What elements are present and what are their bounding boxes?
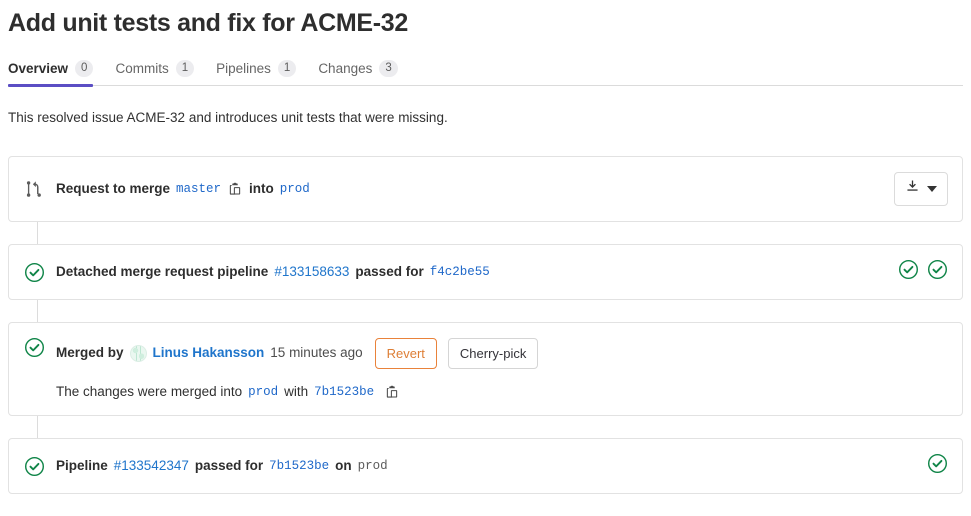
chevron-down-icon: [927, 186, 937, 192]
revert-button[interactable]: Revert: [374, 337, 437, 369]
merge-prefix-label: Request to merge: [56, 181, 171, 196]
merged-by-row: Merged by Linus Hakansson 15 minutes ago…: [56, 337, 539, 369]
widget-connector-2: [37, 300, 38, 322]
tab-overview[interactable]: Overview 0: [8, 60, 94, 87]
stage-status-success-icon-1[interactable]: [927, 453, 948, 479]
mr-widget-stack: Request to merge master into prod Detach…: [8, 156, 963, 494]
tab-commits[interactable]: Commits 1: [115, 60, 195, 86]
target-branch-link[interactable]: prod: [280, 179, 310, 199]
merged-widget: Merged by Linus Hakansson 15 minutes ago…: [8, 322, 963, 416]
merged-widget-inner: Merged by Linus Hakansson 15 minutes ago…: [23, 337, 948, 402]
merge-request-widget-actions: [894, 172, 948, 206]
source-branch-link[interactable]: master: [176, 179, 221, 199]
merged-detail-with-label: with: [284, 383, 309, 399]
cherry-pick-button[interactable]: Cherry-pick: [447, 337, 539, 369]
status-success-icon: [23, 455, 45, 477]
detached-pipeline-text-row: Detached merge request pipeline #1331586…: [56, 262, 898, 282]
merge-author-link[interactable]: Linus Hakansson: [153, 343, 265, 363]
tab-commits-badge: 1: [175, 60, 195, 77]
stage-status-success-icon-2[interactable]: [927, 259, 948, 285]
detached-pipeline-id-link[interactable]: #133158633: [274, 262, 349, 282]
tab-pipelines[interactable]: Pipelines 1: [216, 60, 297, 86]
merged-widget-lines: Merged by Linus Hakansson 15 minutes ago…: [56, 337, 539, 402]
widget-connector-3: [37, 416, 38, 438]
merge-request-text-row: Request to merge master into prod: [56, 179, 894, 199]
page-title: Add unit tests and fix for ACME-32: [8, 9, 409, 37]
final-pipeline-on-label: on: [335, 458, 352, 473]
tab-changes-label: Changes: [318, 61, 373, 76]
final-pipeline-text-row: Pipeline #133542347 passed for 7b1523be …: [56, 456, 927, 476]
detached-pipeline-body: Detached merge request pipeline #1331586…: [56, 262, 898, 282]
merged-by-label: Merged by: [56, 345, 124, 360]
merged-detail-row: The changes were merged into prod with 7…: [56, 382, 538, 402]
tab-changes-badge: 3: [379, 60, 398, 77]
merge-timestamp: 15 minutes ago: [270, 345, 363, 360]
copy-commit-sha-icon[interactable]: [384, 384, 400, 400]
tab-pipelines-badge: 1: [277, 60, 297, 77]
stage-status-success-icon-1[interactable]: [898, 259, 919, 285]
merged-detail-branch-link[interactable]: prod: [248, 382, 278, 402]
merge-request-widget: Request to merge master into prod: [8, 156, 963, 222]
avatar: [129, 344, 147, 362]
final-pipeline-body: Pipeline #133542347 passed for 7b1523be …: [56, 456, 927, 476]
download-button[interactable]: [894, 172, 948, 206]
final-pipeline-id-link[interactable]: #133542347: [114, 456, 189, 476]
merge-request-widget-body: Request to merge master into prod: [56, 179, 894, 199]
tab-changes[interactable]: Changes 3: [318, 60, 398, 86]
merged-detail-prefix: The changes were merged into: [56, 383, 243, 399]
widget-connector-1: [37, 222, 38, 244]
tab-overview-badge: 0: [75, 60, 94, 77]
status-success-icon: [23, 337, 45, 359]
status-success-icon: [23, 261, 45, 283]
tab-bar: Overview 0 Commits 1 Pipelines 1 Changes…: [8, 52, 963, 87]
final-pipeline-badges: [927, 453, 948, 479]
tab-commits-label: Commits: [115, 61, 169, 76]
download-icon: [905, 179, 920, 199]
detached-pipeline-status-label: passed for: [355, 264, 424, 279]
tab-overview-label: Overview: [8, 61, 69, 76]
merge-request-icon: [23, 178, 45, 200]
detached-pipeline-commit-link[interactable]: f4c2be55: [430, 262, 490, 282]
final-pipeline-commit-link[interactable]: 7b1523be: [269, 456, 329, 476]
merged-detail-commit-link[interactable]: 7b1523be: [314, 382, 374, 402]
tab-pipelines-label: Pipelines: [216, 61, 271, 76]
mr-description: This resolved issue ACME-32 and introduc…: [8, 110, 448, 125]
detached-pipeline-badges: [898, 259, 948, 285]
final-pipeline-status-label: passed for: [194, 458, 264, 473]
copy-source-branch-icon[interactable]: [227, 181, 243, 197]
final-pipeline-prefix: Pipeline: [56, 458, 108, 473]
final-pipeline-widget: Pipeline #133542347 passed for 7b1523be …: [8, 438, 963, 494]
detached-pipeline-prefix: Detached merge request pipeline: [56, 264, 269, 279]
merge-into-label: into: [249, 181, 274, 196]
merge-request-page: Add unit tests and fix for ACME-32 Overv…: [0, 6, 971, 516]
detached-pipeline-widget: Detached merge request pipeline #1331586…: [8, 244, 963, 300]
final-pipeline-branch: prod: [357, 459, 388, 473]
merged-widget-body: Merged by Linus Hakansson 15 minutes ago…: [23, 323, 948, 415]
